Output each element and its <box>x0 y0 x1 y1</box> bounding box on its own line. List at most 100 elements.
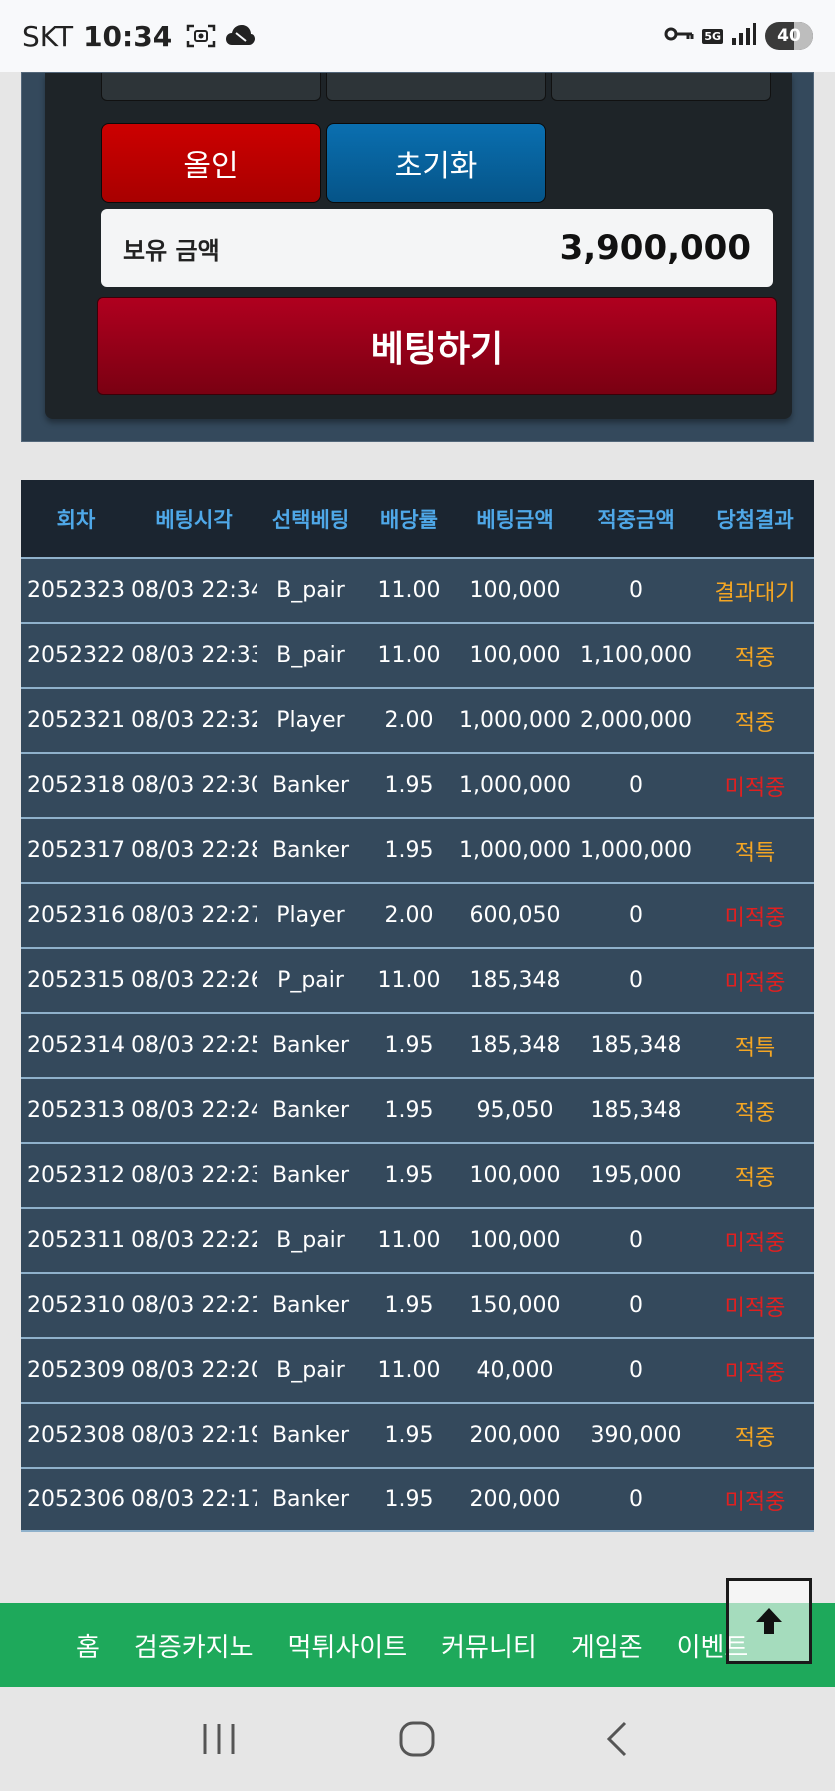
back-button[interactable] <box>586 1709 646 1769</box>
bet-time-cell: 08/03 22:28 <box>131 838 257 863</box>
odds-cell: 11.00 <box>377 643 441 668</box>
odds-cell: 11.00 <box>377 578 441 603</box>
pick-cell: Banker <box>271 1033 350 1058</box>
table-row: 2052310 08/03 22:21 Banker 1.95 150,000 0 미적중 <box>21 1272 814 1337</box>
bottom-nav: 홈 검증카지노 먹튀사이트 커뮤니티 게임존 이벤트 <box>0 1603 835 1687</box>
balance-box: 보유 금액 3,900,000 <box>101 209 773 287</box>
win-amount-cell: 0 <box>629 968 643 993</box>
result-cell: 결과대기 <box>714 580 796 606</box>
balance-label: 보유 금액 <box>123 236 220 265</box>
bet-amount-cell: 100,000 <box>469 578 561 603</box>
arrow-up-icon <box>756 1608 782 1634</box>
table-row: 2052314 08/03 22:25 Banker 1.95 185,348 185,3… <box>21 1012 814 1077</box>
screenshot-icon <box>186 23 216 49</box>
bet-amount-cell: 1,000,000 <box>459 838 571 863</box>
result-cell: 미적중 <box>724 970 786 996</box>
system-nav-bar <box>0 1687 835 1791</box>
pick-cell: B_pair <box>276 643 345 668</box>
chip-button[interactable] <box>326 73 546 101</box>
round-cell: 2052310 <box>27 1293 125 1318</box>
nav-item[interactable]: 검증카지노 <box>134 1627 254 1664</box>
bet-amount-cell: 1,000,000 <box>459 773 571 798</box>
bet-panel-inner: 올인 초기화 보유 금액 3,900,000 베팅하기 <box>45 73 792 419</box>
pick-cell: Player <box>276 708 345 733</box>
win-amount-cell: 195,000 <box>590 1163 682 1188</box>
odds-cell: 11.00 <box>377 968 441 993</box>
table-row: 2052312 08/03 22:23 Banker 1.95 100,000 195,0… <box>21 1142 814 1207</box>
chip-button[interactable] <box>551 73 771 101</box>
odds-cell: 1.95 <box>384 1033 434 1058</box>
round-cell: 2052308 <box>27 1423 125 1448</box>
bet-time-cell: 08/03 22:23 <box>131 1163 257 1188</box>
bet-amount-cell: 200,000 <box>469 1487 561 1512</box>
odds-cell: 1.95 <box>384 773 434 798</box>
bet-time-cell: 08/03 22:33 <box>131 643 257 668</box>
nav-item[interactable]: 게임존 <box>571 1627 643 1664</box>
result-cell: 미적중 <box>724 1295 786 1321</box>
back-icon <box>606 1721 626 1757</box>
place-bet-button[interactable]: 베팅하기 <box>97 297 777 395</box>
pick-cell: Banker <box>271 1293 350 1318</box>
pick-cell: Banker <box>271 1487 350 1512</box>
odds-cell: 2.00 <box>384 903 434 928</box>
table-row: 2052323 08/03 22:34 B_pair 11.00 100,000 0 결과대… <box>21 557 814 622</box>
bet-amount-cell: 100,000 <box>469 1163 561 1188</box>
round-cell: 2052315 <box>27 968 125 993</box>
battery-icon: 40 <box>765 22 813 50</box>
odds-cell: 1.95 <box>384 1487 434 1512</box>
table-header: 회차 베팅시각 선택베팅 배당률 베팅금액 적중금액 당첨결과 <box>21 480 814 557</box>
bet-amount-cell: 200,000 <box>469 1423 561 1448</box>
bet-amount-cell: 150,000 <box>469 1293 561 1318</box>
pick-cell: Banker <box>271 1423 350 1448</box>
network-label: 5G <box>702 28 723 44</box>
chip-button[interactable] <box>101 73 321 101</box>
bet-amount-cell: 1,000,000 <box>459 708 571 733</box>
win-amount-cell: 1,100,000 <box>580 643 692 668</box>
result-cell: 미적중 <box>724 1489 786 1515</box>
win-amount-cell: 0 <box>629 578 643 603</box>
bet-amount-cell: 100,000 <box>469 1228 561 1253</box>
nav-item[interactable]: 커뮤니티 <box>441 1627 537 1664</box>
table-row: 2052311 08/03 22:22 B_pair 11.00 100,000 0 미적중 <box>21 1207 814 1272</box>
bet-amount-cell: 600,050 <box>469 903 561 928</box>
column-header: 배당률 <box>380 507 438 532</box>
table-row: 2052318 08/03 22:30 Banker 1.95 1,000,000 0 미적… <box>21 752 814 817</box>
recent-apps-button[interactable] <box>189 1709 249 1769</box>
round-cell: 2052318 <box>27 773 125 798</box>
bet-time-cell: 08/03 22:22 <box>131 1228 257 1253</box>
column-header: 선택베팅 <box>271 507 350 532</box>
scroll-top-button[interactable] <box>726 1578 812 1664</box>
bet-time-cell: 08/03 22:20 <box>131 1358 257 1383</box>
reset-button[interactable]: 초기화 <box>326 123 546 203</box>
bet-time-cell: 08/03 22:32 <box>131 708 257 733</box>
bet-panel: 올인 초기화 보유 금액 3,900,000 베팅하기 <box>21 72 814 442</box>
allin-button[interactable]: 올인 <box>101 123 321 203</box>
bet-time-cell: 08/03 22:17 <box>131 1487 257 1512</box>
table-row: 2052309 08/03 22:20 B_pair 11.00 40,000 0 미적중 <box>21 1337 814 1402</box>
table-row: 2052313 08/03 22:24 Banker 1.95 95,050 185,34… <box>21 1077 814 1142</box>
battery-level: 40 <box>777 26 801 46</box>
win-amount-cell: 185,348 <box>590 1098 682 1123</box>
round-cell: 2052322 <box>27 643 125 668</box>
column-header: 당첨결과 <box>716 507 794 532</box>
odds-cell: 1.95 <box>384 1293 434 1318</box>
bet-time-cell: 08/03 22:30 <box>131 773 257 798</box>
result-cell: 적중 <box>734 710 776 736</box>
round-cell: 2052311 <box>27 1228 125 1253</box>
result-cell: 적중 <box>734 1165 776 1191</box>
nav-item[interactable]: 먹튀사이트 <box>288 1627 408 1664</box>
pick-cell: Player <box>276 903 345 928</box>
result-cell: 미적중 <box>724 1230 786 1256</box>
column-header: 베팅금액 <box>476 507 554 532</box>
home-button[interactable] <box>387 1709 447 1769</box>
odds-cell: 2.00 <box>384 708 434 733</box>
round-cell: 2052313 <box>27 1098 125 1123</box>
win-amount-cell: 0 <box>629 1228 643 1253</box>
carrier-label: SKT <box>22 19 74 53</box>
round-cell: 2052312 <box>27 1163 125 1188</box>
bet-time-cell: 08/03 22:26 <box>131 968 257 993</box>
bet-time-cell: 08/03 22:21 <box>131 1293 257 1318</box>
pick-cell: Banker <box>271 773 350 798</box>
nav-item[interactable]: 홈 <box>76 1627 100 1664</box>
column-header: 적중금액 <box>597 507 675 532</box>
